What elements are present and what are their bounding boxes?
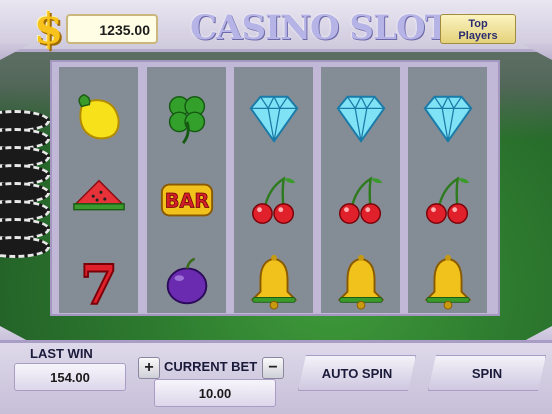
current-bet-value: 10.00 (154, 379, 276, 407)
clover-icon (147, 85, 226, 151)
seven-icon: 7 (59, 249, 138, 315)
balance-display: 1235.00 (66, 14, 158, 44)
reel-3 (234, 67, 313, 313)
top-players-label-line1: Top (468, 18, 488, 30)
game-title: CASINO SLOTS (190, 8, 473, 48)
cherry-icon (234, 167, 313, 233)
cherry-icon (321, 167, 400, 233)
reel-4 (321, 67, 400, 313)
increase-bet-button[interactable]: + (138, 357, 160, 379)
diamond-icon (408, 85, 487, 151)
top-players-button[interactable]: Top Players (440, 14, 516, 44)
spin-button[interactable]: SPIN (428, 355, 546, 391)
reel-1: 7 (59, 67, 138, 313)
lemon-icon (59, 85, 138, 151)
reels-frame: 7 BAR (50, 60, 500, 316)
diamond-icon (321, 85, 400, 151)
bar-icon: BAR (147, 167, 226, 233)
reel-5 (408, 67, 487, 313)
plum-icon (147, 249, 226, 315)
last-win-label: LAST WIN (30, 346, 93, 361)
top-players-label-line2: Players (458, 30, 498, 42)
svg-text:BAR: BAR (164, 190, 209, 213)
svg-text:7: 7 (80, 253, 118, 311)
dollar-icon: $ (34, 4, 64, 53)
cherry-icon (408, 167, 487, 233)
top-bar: $ 1235.00 CASINO SLOTS Top Players (0, 0, 552, 53)
diamond-icon (234, 85, 313, 151)
watermelon-icon (59, 167, 138, 233)
reel-2: BAR (147, 67, 226, 313)
auto-spin-button[interactable]: AUTO SPIN (298, 355, 416, 391)
balance-value: 1235.00 (99, 22, 150, 38)
control-bar: LAST WIN 154.00 + CURRENT BET − 10.00 AU… (0, 340, 552, 414)
last-win-value: 154.00 (14, 363, 126, 391)
poker-chips-decoration (0, 110, 50, 270)
bell-icon (321, 249, 400, 315)
current-bet-label: CURRENT BET (164, 359, 258, 374)
decrease-bet-button[interactable]: − (262, 357, 284, 379)
bell-icon (408, 249, 487, 315)
bell-icon (234, 249, 313, 315)
